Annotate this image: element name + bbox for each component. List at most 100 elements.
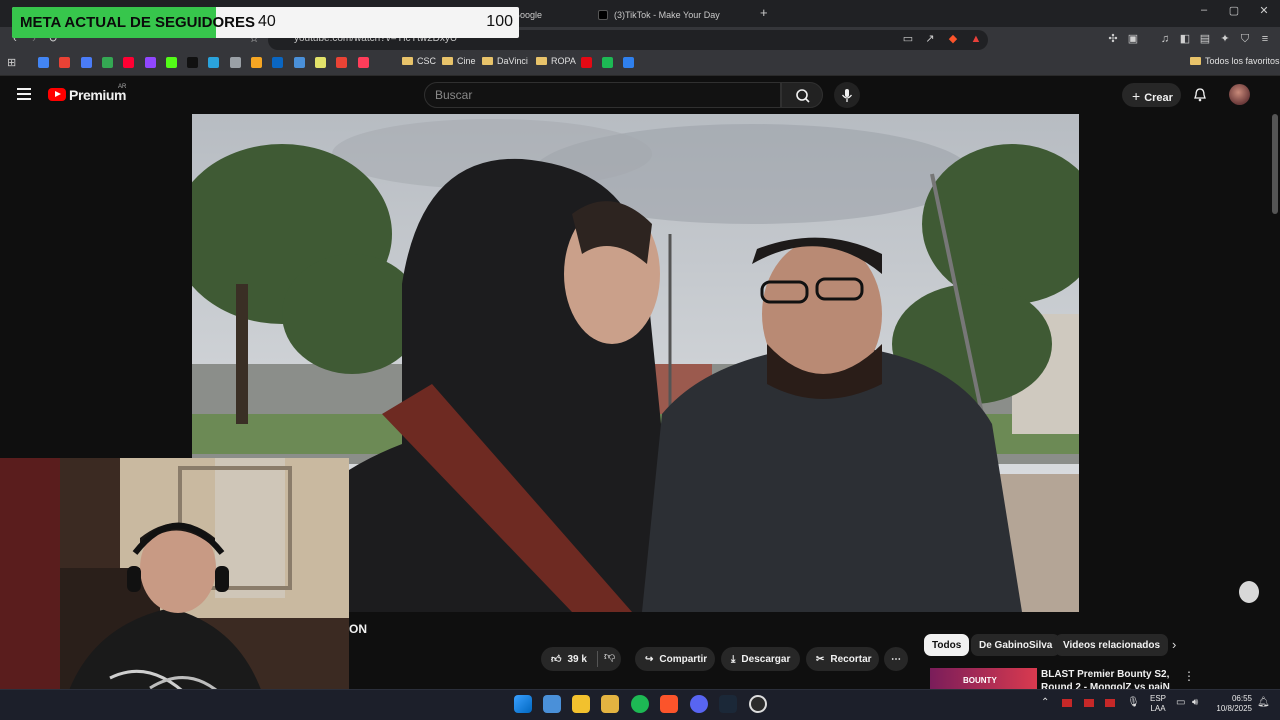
follower-goal-overlay: META ACTUAL DE SEGUIDORES 40 100 xyxy=(12,7,519,38)
avatar[interactable] xyxy=(1229,84,1250,105)
chip-channel[interactable]: De GabinoSilva xyxy=(971,634,1061,656)
like-count: 39 k xyxy=(567,653,587,665)
streamer-webcam xyxy=(0,458,349,720)
microphone-tray-icon[interactable]: 🎙︎ xyxy=(1127,697,1140,708)
bookmark-label: Todos los favoritos xyxy=(1205,56,1280,66)
recommended-thumbnail[interactable]: BOUNTY xyxy=(930,668,1037,689)
sticky-notes-icon[interactable] xyxy=(572,695,590,713)
windows-start-icon[interactable] xyxy=(514,695,532,713)
obs-icon[interactable] xyxy=(749,695,767,713)
chip-related[interactable]: Videos relacionados xyxy=(1055,634,1169,656)
apps-grid-icon[interactable]: ⊞ xyxy=(7,56,16,69)
bookmark-favicon-icon[interactable] xyxy=(314,57,326,68)
extensions-icon[interactable]: ✣ xyxy=(1106,32,1120,46)
search-icon xyxy=(796,89,810,103)
bookmark-favicon-icon[interactable] xyxy=(623,57,634,68)
chevron-right-icon[interactable]: › xyxy=(1172,637,1176,652)
bookmark-favicon-icon[interactable] xyxy=(123,57,135,68)
bookmark-favicon-icon[interactable] xyxy=(187,57,199,68)
thumbnail-text: BOUNTY xyxy=(963,676,997,685)
bookmark-favicon-icon[interactable] xyxy=(144,57,156,68)
bookmark-label: Cine xyxy=(457,56,476,66)
all-bookmarks-folder[interactable]: Todos los favoritos xyxy=(1190,56,1280,66)
steam-icon[interactable] xyxy=(719,695,737,713)
menu-icon[interactable]: ≡ xyxy=(1258,32,1272,46)
bookmark-favicon-icon[interactable] xyxy=(602,57,613,68)
chip-all[interactable]: Todos xyxy=(924,634,970,656)
download-button[interactable]: ⤓ Descargar xyxy=(721,647,800,671)
spotify-icon[interactable] xyxy=(631,695,649,713)
recommended-more-icon[interactable]: ⋮ xyxy=(1183,669,1195,683)
page-scrollbar[interactable] xyxy=(1272,114,1278,214)
recommended-title[interactable]: BLAST Premier Bounty S2, Round 2 - Mongo… xyxy=(1041,668,1170,689)
recommended-title-line: BLAST Premier Bounty S2, xyxy=(1041,669,1170,680)
discord-icon[interactable] xyxy=(690,695,708,713)
bookmark-favicon-icon[interactable] xyxy=(101,57,113,68)
like-divider xyxy=(596,651,598,667)
share-button[interactable]: ↪ Compartir xyxy=(635,647,715,671)
bookmark-folder-cine[interactable]: Cine xyxy=(442,56,476,66)
bookmark-favicon-icon[interactable] xyxy=(80,57,92,68)
youtube-logo-icon[interactable] xyxy=(48,88,66,101)
bookmark-folder-davinci[interactable]: DaVinci xyxy=(482,56,528,66)
share-page-icon[interactable]: ↗ xyxy=(923,32,937,46)
gallery-icon[interactable] xyxy=(543,695,561,713)
notification-center-icon[interactable]: 🔔︎ xyxy=(1257,697,1270,708)
create-label: Crear xyxy=(1144,92,1173,104)
file-explorer-icon[interactable] xyxy=(601,695,619,713)
tray-app-icon[interactable] xyxy=(1105,699,1115,707)
bookmark-favicon-icon[interactable] xyxy=(336,57,348,68)
bookmark-favicon-icon[interactable] xyxy=(38,57,49,68)
download-icon: ⤓ xyxy=(731,653,736,665)
brave-rewards-icon[interactable]: ▲ xyxy=(969,32,983,46)
language-indicator[interactable]: ESP LAA xyxy=(1150,694,1166,714)
bookmark-folder-csc[interactable]: CSC xyxy=(402,56,436,66)
tab-tiktok[interactable]: (3)TikTok - Make Your Day xyxy=(590,4,750,26)
cast-icon[interactable]: ▭ xyxy=(901,32,915,46)
bookmark-favicon-icon[interactable] xyxy=(357,57,369,68)
new-tab-button[interactable]: + xyxy=(760,5,768,20)
maximize-button[interactable]: ▢ xyxy=(1219,4,1249,17)
keyboard-layout: LAA xyxy=(1150,704,1166,713)
wallet-icon[interactable]: ▤ xyxy=(1198,32,1212,46)
thumbs-up-icon: 👍︎ xyxy=(551,654,562,665)
folder-icon xyxy=(402,57,413,65)
thumbs-down-icon[interactable]: 👎︎ xyxy=(604,650,615,663)
tray-app-icon[interactable] xyxy=(1062,699,1072,707)
network-icon[interactable]: ▭ xyxy=(1176,697,1185,708)
brave-browser-icon[interactable] xyxy=(660,695,678,713)
tray-overflow-icon[interactable]: ⌃ xyxy=(1041,697,1049,708)
plus-icon: + xyxy=(1132,88,1141,104)
sidebar-icon[interactable]: ◧ xyxy=(1178,32,1192,46)
search-input[interactable]: Buscar xyxy=(424,82,781,108)
clip-button[interactable]: ✂ Recortar xyxy=(806,647,879,671)
screenshot-icon[interactable]: ▣ xyxy=(1126,32,1140,46)
search-button[interactable] xyxy=(781,82,823,108)
mascot-icon[interactable] xyxy=(1239,581,1259,603)
tray-app-icon[interactable] xyxy=(1084,699,1094,707)
clip-label: Recortar xyxy=(830,653,872,665)
bookmark-favicon-icon[interactable] xyxy=(293,57,305,68)
brave-shield-icon[interactable]: ◆ xyxy=(946,32,960,46)
vpn-icon[interactable]: ⛉ xyxy=(1238,32,1252,46)
leo-ai-icon[interactable]: ✦ xyxy=(1218,32,1232,46)
bookmark-favicon-icon[interactable] xyxy=(165,57,177,68)
notifications-bell-icon[interactable] xyxy=(1192,87,1208,108)
bookmark-favicon-icon[interactable] xyxy=(251,57,262,68)
hamburger-menu-icon[interactable] xyxy=(17,88,31,100)
volume-icon[interactable]: 🔊︎ xyxy=(1192,697,1198,708)
close-window-button[interactable]: ✕ xyxy=(1249,4,1279,17)
bookmark-favicon-icon[interactable] xyxy=(208,57,220,68)
bookmark-folder-ropa[interactable]: ROPA xyxy=(536,56,576,66)
minimize-button[interactable]: – xyxy=(1189,4,1219,16)
tab-label: (3)TikTok - Make Your Day xyxy=(614,10,720,20)
create-button[interactable]: + Crear xyxy=(1122,83,1181,107)
bookmark-favicon-icon[interactable] xyxy=(272,57,284,68)
more-actions-button[interactable]: ⋯ xyxy=(884,647,908,671)
clock[interactable]: 06:55 10/8/2025 xyxy=(1210,694,1252,714)
bookmark-favicon-icon[interactable] xyxy=(59,57,71,68)
bookmark-favicon-icon[interactable] xyxy=(229,57,241,68)
voice-search-button[interactable] xyxy=(834,82,860,108)
music-icon[interactable]: ♫ xyxy=(1158,32,1172,46)
bookmark-favicon-icon[interactable] xyxy=(581,57,592,68)
